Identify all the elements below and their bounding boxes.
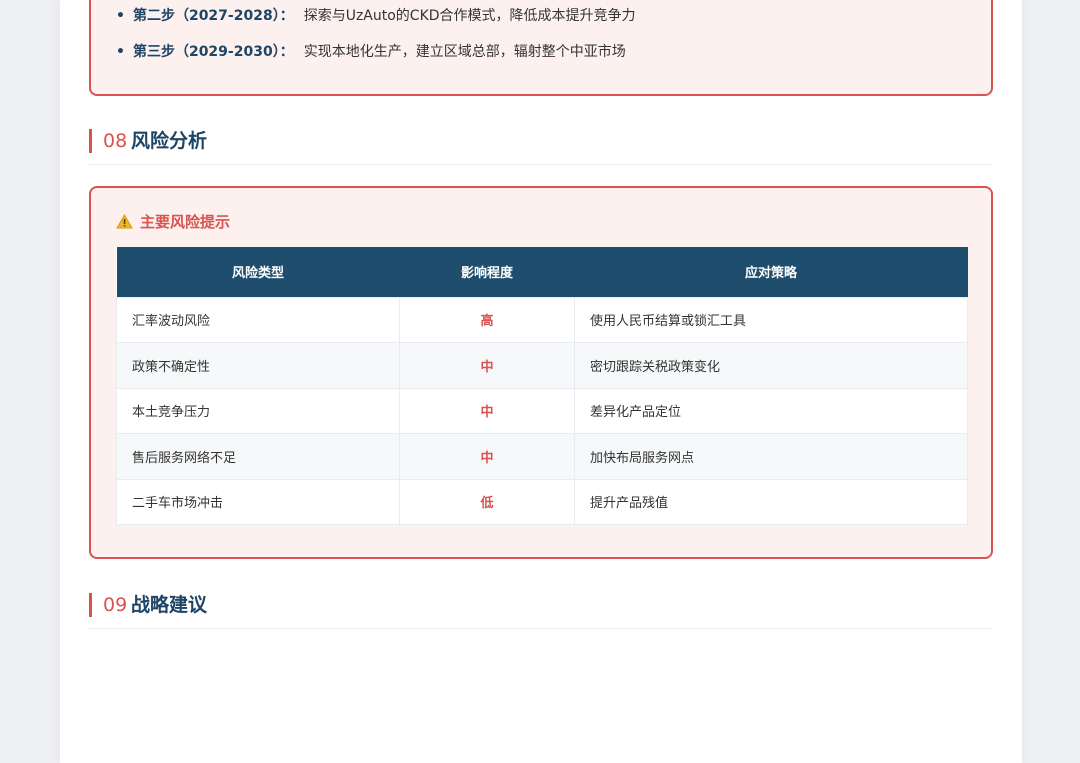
strategy-cell: 使用人民币结算或锁汇工具 (574, 296, 968, 343)
risk-type-cell: 售后服务网络不足 (116, 433, 400, 480)
risk-type-cell: 二手车市场冲击 (116, 478, 400, 525)
risk-table: 风险类型 影响程度 应对策略 汇率波动风险 高 使用人民币结算或锁汇工具 政策不… (116, 247, 968, 525)
roadmap-steps-box: • 第二步（2027-2028）： 探索与UzAuto的CKD合作模式，降低成本… (89, 0, 993, 96)
impact-level-cell: 中 (399, 433, 575, 480)
warning-icon (116, 213, 133, 228)
risk-warning-box: 主要风险提示 风险类型 影响程度 应对策略 汇率波动风险 高 使用人民币结算或锁… (89, 186, 993, 559)
risk-type-cell: 政策不确定性 (116, 342, 400, 389)
step-text: 实现本地化生产，建立区域总部，辐射整个中亚市场 (303, 44, 626, 60)
bullet-icon: • (116, 8, 125, 24)
impact-level-cell: 中 (399, 342, 575, 389)
table-row: 售后服务网络不足 中 加快布局服务网点 (116, 433, 968, 480)
strategy-cell: 提升产品残值 (574, 478, 968, 525)
step-item: • 第三步（2029-2030）： 实现本地化生产，建立区域总部，辐射整个中亚市… (116, 42, 626, 62)
step-text: 探索与UzAuto的CKD合作模式，降低成本提升竞争力 (303, 8, 636, 24)
section-accent-bar (89, 593, 92, 617)
strategy-cell: 密切跟踪关税政策变化 (574, 342, 968, 389)
risk-title: 主要风险提示 (140, 212, 231, 231)
section-title: 战略建议 (131, 594, 208, 616)
impact-level-cell: 低 (399, 478, 575, 525)
section-accent-bar (89, 129, 92, 153)
table-row: 汇率波动风险 高 使用人民币结算或锁汇工具 (116, 296, 968, 343)
section-heading-strategy: 09 战略建议 (89, 593, 993, 629)
table-row: 本土竞争压力 中 差异化产品定位 (116, 387, 968, 434)
section-number: 09 (103, 594, 128, 616)
bullet-icon: • (116, 44, 125, 60)
risk-header: 主要风险提示 (116, 210, 230, 232)
column-header: 应对策略 (574, 247, 968, 297)
table-header-row: 风险类型 影响程度 应对策略 (116, 247, 968, 297)
document-page: • 第二步（2027-2028）： 探索与UzAuto的CKD合作模式，降低成本… (60, 0, 1022, 763)
risk-type-cell: 汇率波动风险 (116, 296, 400, 343)
step-label: 第二步（2027-2028）： (132, 8, 294, 24)
impact-level-cell: 中 (399, 387, 575, 434)
table-row: 政策不确定性 中 密切跟踪关税政策变化 (116, 342, 968, 389)
risk-type-cell: 本土竞争压力 (116, 387, 400, 434)
step-item: • 第二步（2027-2028）： 探索与UzAuto的CKD合作模式，降低成本… (116, 6, 636, 26)
strategy-cell: 加快布局服务网点 (574, 433, 968, 480)
section-heading-risk: 08 风险分析 (89, 129, 993, 165)
section-number: 08 (103, 130, 128, 152)
section-title: 风险分析 (131, 130, 208, 152)
table-row: 二手车市场冲击 低 提升产品残值 (116, 478, 968, 525)
column-header: 影响程度 (399, 247, 575, 297)
impact-level-cell: 高 (399, 296, 575, 343)
step-label: 第三步（2029-2030）： (132, 44, 294, 60)
column-header: 风险类型 (116, 247, 400, 297)
strategy-cell: 差异化产品定位 (574, 387, 968, 434)
